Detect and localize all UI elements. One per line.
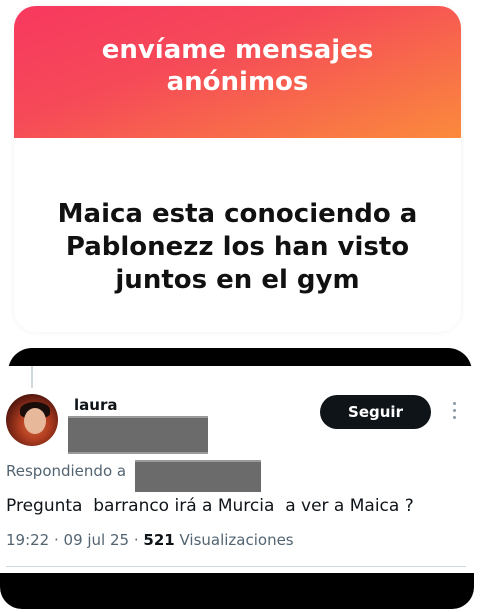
- message-line3: juntos en el gym: [115, 265, 360, 295]
- card-title-line2: anónimos: [166, 67, 309, 97]
- message-line2: Pablonezz los han visto: [65, 232, 410, 262]
- more-vertical-icon[interactable]: [448, 402, 460, 424]
- anonymous-message-card: envíame mensajes anónimos Maica esta con…: [14, 6, 461, 332]
- tweet-timestamp[interactable]: 19:22 · 09 jul 25 ·: [6, 531, 143, 549]
- bottom-border: [0, 573, 474, 609]
- views-label: Visualizaciones: [174, 531, 294, 549]
- follow-button[interactable]: Seguir: [320, 395, 431, 429]
- message-line1: Maica esta conociendo a: [57, 199, 418, 229]
- card-header: envíame mensajes anónimos: [14, 6, 461, 138]
- redacted-handle: [68, 416, 208, 454]
- views-count: 521: [143, 531, 175, 549]
- tweet-text: Pregunta barranco irá a Murcia a ver a M…: [6, 496, 414, 516]
- divider: [6, 566, 466, 567]
- redacted-reply-handle: [135, 460, 261, 492]
- reply-tweet: laura Seguir Respondiendo a Pregunta bar…: [0, 366, 474, 572]
- tweet-metadata: 19:22 · 09 jul 25 · 521 Visualizaciones: [6, 531, 294, 549]
- avatar[interactable]: [6, 394, 58, 446]
- display-name[interactable]: laura: [74, 396, 117, 414]
- anonymous-message-text: Maica esta conociendo a Pablonezz los ha…: [24, 198, 451, 297]
- card-title-line1: envíame mensajes: [101, 35, 374, 65]
- replying-to-label: Respondiendo a: [6, 462, 127, 480]
- avatar-face: [24, 408, 46, 434]
- card-title: envíame mensajes anónimos: [14, 34, 461, 98]
- thread-line: [31, 366, 33, 388]
